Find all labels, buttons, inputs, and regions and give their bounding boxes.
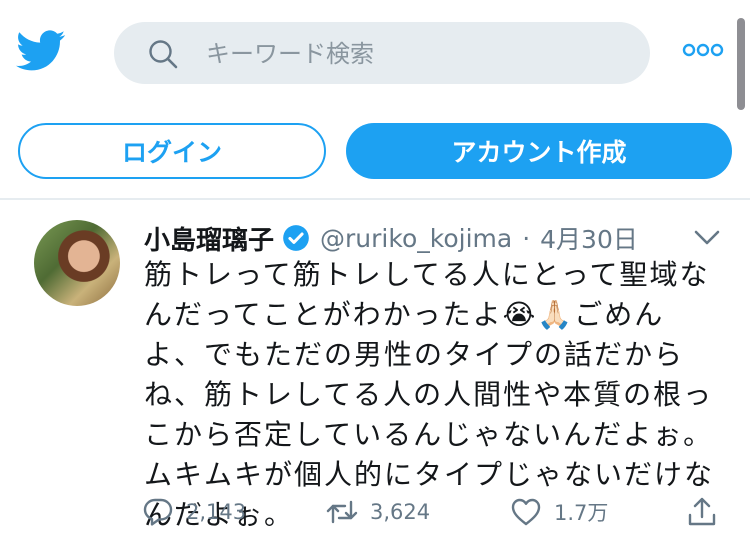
separator-dot: ·	[522, 223, 531, 253]
signup-button[interactable]: アカウント作成	[346, 123, 732, 179]
reply-count: 2,143	[186, 500, 247, 524]
top-bar	[0, 0, 750, 110]
auth-buttons: ログイン アカウント作成	[0, 108, 750, 200]
tweet-card[interactable]: 小島瑠璃子 @ruriko_kojima · 4月30日 筋トレって筋トレしてる…	[0, 200, 750, 552]
avatar[interactable]	[34, 220, 120, 306]
more-dots-icon[interactable]	[682, 40, 724, 60]
tweet-emoji: 😭🙏🏻	[502, 298, 575, 331]
handle[interactable]: @ruriko_kojima	[320, 224, 512, 253]
like-count: 1.7万	[554, 501, 609, 525]
chevron-down-icon[interactable]	[694, 230, 720, 246]
share-icon	[688, 497, 716, 526]
search-bar[interactable]	[114, 22, 650, 84]
retweet-icon	[326, 500, 358, 524]
like-button[interactable]: 1.7万	[510, 492, 608, 532]
retweet-count: 3,624	[370, 500, 431, 524]
reply-icon	[143, 498, 173, 526]
login-button[interactable]: ログイン	[18, 123, 326, 179]
search-input[interactable]	[204, 34, 628, 74]
twitter-bird-icon[interactable]	[16, 30, 66, 72]
display-name[interactable]: 小島瑠璃子	[144, 220, 274, 257]
heart-icon	[511, 498, 541, 526]
verified-badge-icon	[283, 225, 309, 251]
search-icon	[149, 40, 178, 69]
share-button[interactable]	[686, 492, 718, 532]
reply-button[interactable]: 2,143	[142, 492, 246, 532]
scrollbar[interactable]	[737, 18, 745, 110]
tweet-actions: 2,143 3,624 1.7万	[0, 492, 750, 532]
tweet-date[interactable]: 4月30日	[540, 220, 638, 256]
retweet-button[interactable]: 3,624	[326, 492, 430, 532]
tweet-header: 小島瑠璃子 @ruriko_kojima · 4月30日	[144, 218, 638, 258]
